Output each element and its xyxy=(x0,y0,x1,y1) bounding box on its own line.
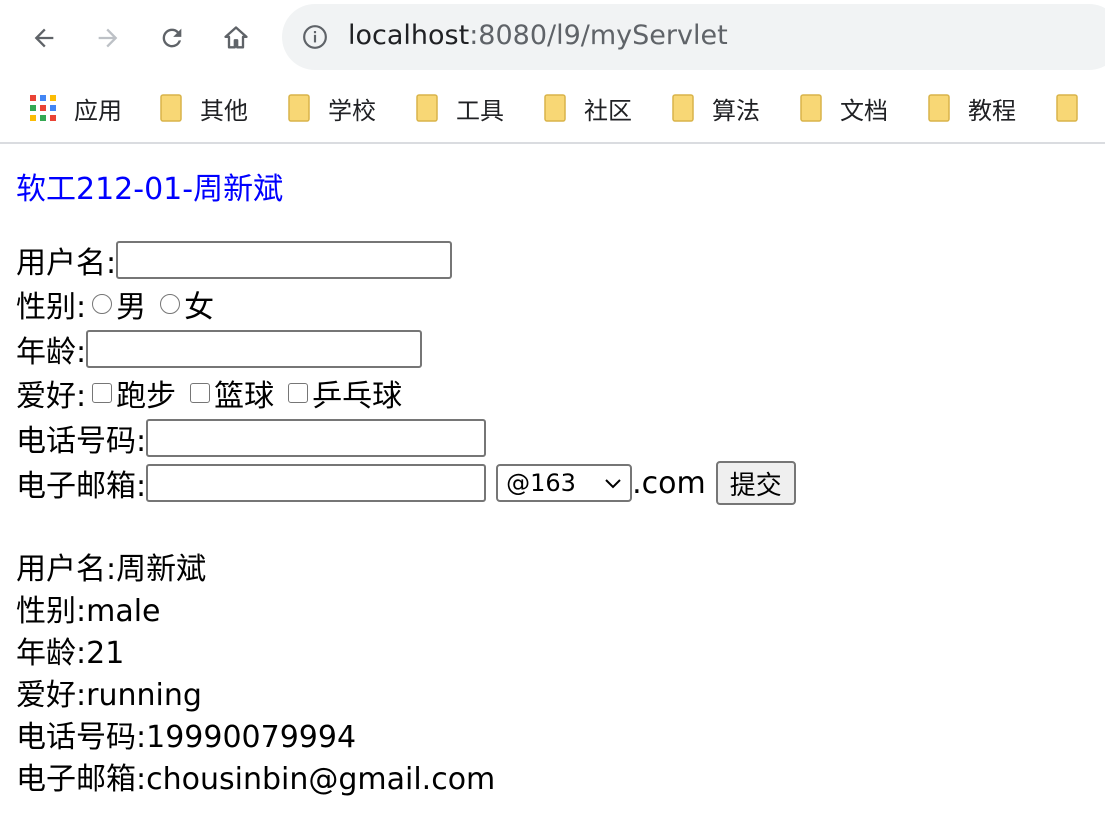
bookmark-folder-school[interactable]: 学校 xyxy=(288,90,376,126)
bookmark-folder-community[interactable]: 社区 xyxy=(544,90,632,126)
gender-label: 性别: xyxy=(16,290,87,325)
result-age: 年龄:21 xyxy=(16,636,125,671)
hobby-row: 爱好: 跑步 篮球 乒乓球 xyxy=(16,371,402,415)
gender-radio-female[interactable] xyxy=(160,294,181,314)
reload-icon xyxy=(162,28,182,48)
back-arrow-icon xyxy=(34,28,54,48)
age-row: 年龄: xyxy=(16,327,423,371)
url-host: localhost xyxy=(348,20,470,51)
email-suffix: .com xyxy=(632,465,706,501)
forward-arrow-icon xyxy=(98,28,118,48)
email-domain-selected: @163 xyxy=(506,469,576,497)
bookmark-label: 其他 xyxy=(200,96,248,125)
address-bar[interactable]: localhost:8080/l9/myServlet xyxy=(282,4,1105,70)
email-input[interactable] xyxy=(146,464,487,502)
url-text: localhost:8080/l9/myServlet xyxy=(348,20,728,51)
result-email: 电子邮箱:chousinbin@gmail.com xyxy=(16,762,496,797)
bookmark-folder-other[interactable]: 其他 xyxy=(160,90,248,126)
gender-row: 性别: 男 女 xyxy=(16,282,214,326)
folder-icon xyxy=(928,94,950,122)
submit-button[interactable]: 提交 xyxy=(715,461,796,505)
email-label: 电子邮箱: xyxy=(16,469,147,504)
hobby-checkbox-pingpong[interactable] xyxy=(288,383,309,403)
bookmark-label: 教程 xyxy=(968,96,1016,125)
folder-icon xyxy=(800,94,822,122)
hobby-option-running-label: 跑步 xyxy=(116,379,177,414)
hobby-option-basketball-label: 篮球 xyxy=(214,379,275,414)
username-label: 用户名: xyxy=(16,246,117,281)
browser-toolbar: localhost:8080/l9/myServlet xyxy=(0,0,1105,76)
bookmark-label: 文档 xyxy=(840,96,888,125)
info-icon[interactable] xyxy=(302,24,328,50)
gender-option-female-label: 女 xyxy=(184,290,215,325)
hobby-checkbox-basketball[interactable] xyxy=(190,383,211,403)
gender-radio-male[interactable] xyxy=(92,294,113,314)
phone-input[interactable] xyxy=(146,419,487,457)
folder-icon xyxy=(288,94,310,122)
email-domain-select[interactable]: @163 xyxy=(496,464,633,502)
apps-grid-icon xyxy=(30,95,56,121)
age-label: 年龄: xyxy=(16,335,87,370)
phone-row: 电话号码: xyxy=(16,416,487,460)
bookmark-label: 社区 xyxy=(584,96,632,125)
bookmark-label: 算法 xyxy=(712,96,760,125)
result-username: 用户名:周新斌 xyxy=(16,552,207,587)
age-input[interactable] xyxy=(86,330,423,368)
folder-icon xyxy=(544,94,566,122)
phone-label: 电话号码: xyxy=(16,424,147,459)
reload-button[interactable] xyxy=(152,18,192,58)
chevron-down-icon xyxy=(605,479,621,489)
bookmark-label: 学校 xyxy=(328,96,376,125)
hobby-checkbox-running[interactable] xyxy=(92,383,113,403)
result-hobby: 爱好:running xyxy=(16,678,202,713)
bookmark-folder-tutorials[interactable]: 教程 xyxy=(928,90,1016,126)
forward-button[interactable] xyxy=(88,18,128,58)
bookmark-folder-algorithms[interactable]: 算法 xyxy=(672,90,760,126)
result-gender: 性别:male xyxy=(16,594,161,629)
bookmark-label: 应用 xyxy=(74,96,122,125)
username-row: 用户名: xyxy=(16,238,453,282)
bookmark-apps[interactable]: 应用 xyxy=(30,90,122,126)
bookmark-folder-overflow[interactable] xyxy=(1056,90,1078,126)
folder-icon xyxy=(416,94,438,122)
bookmark-label: 工具 xyxy=(456,96,504,125)
url-path: :8080/l9/myServlet xyxy=(469,20,728,51)
home-icon xyxy=(224,26,248,49)
folder-icon xyxy=(160,94,182,122)
folder-icon xyxy=(1056,94,1078,122)
page-title: 软工212-01-周新斌 xyxy=(16,172,284,207)
result-phone: 电话号码:19990079994 xyxy=(16,720,357,755)
folder-icon xyxy=(672,94,694,122)
gender-option-male-label: 男 xyxy=(116,290,147,325)
email-row: 电子邮箱: @163 .com 提交 xyxy=(16,461,796,505)
bookmark-folder-docs[interactable]: 文档 xyxy=(800,90,888,126)
back-button[interactable] xyxy=(24,18,64,58)
bookmarks-bar: 应用 其他 学校 工具 社区 算法 文档 教程 xyxy=(0,76,1105,144)
username-input[interactable] xyxy=(116,241,453,279)
bookmark-folder-tools[interactable]: 工具 xyxy=(416,90,504,126)
hobby-label: 爱好: xyxy=(16,379,87,414)
hobby-option-pingpong-label: 乒乓球 xyxy=(312,379,403,414)
home-button[interactable] xyxy=(216,18,256,58)
